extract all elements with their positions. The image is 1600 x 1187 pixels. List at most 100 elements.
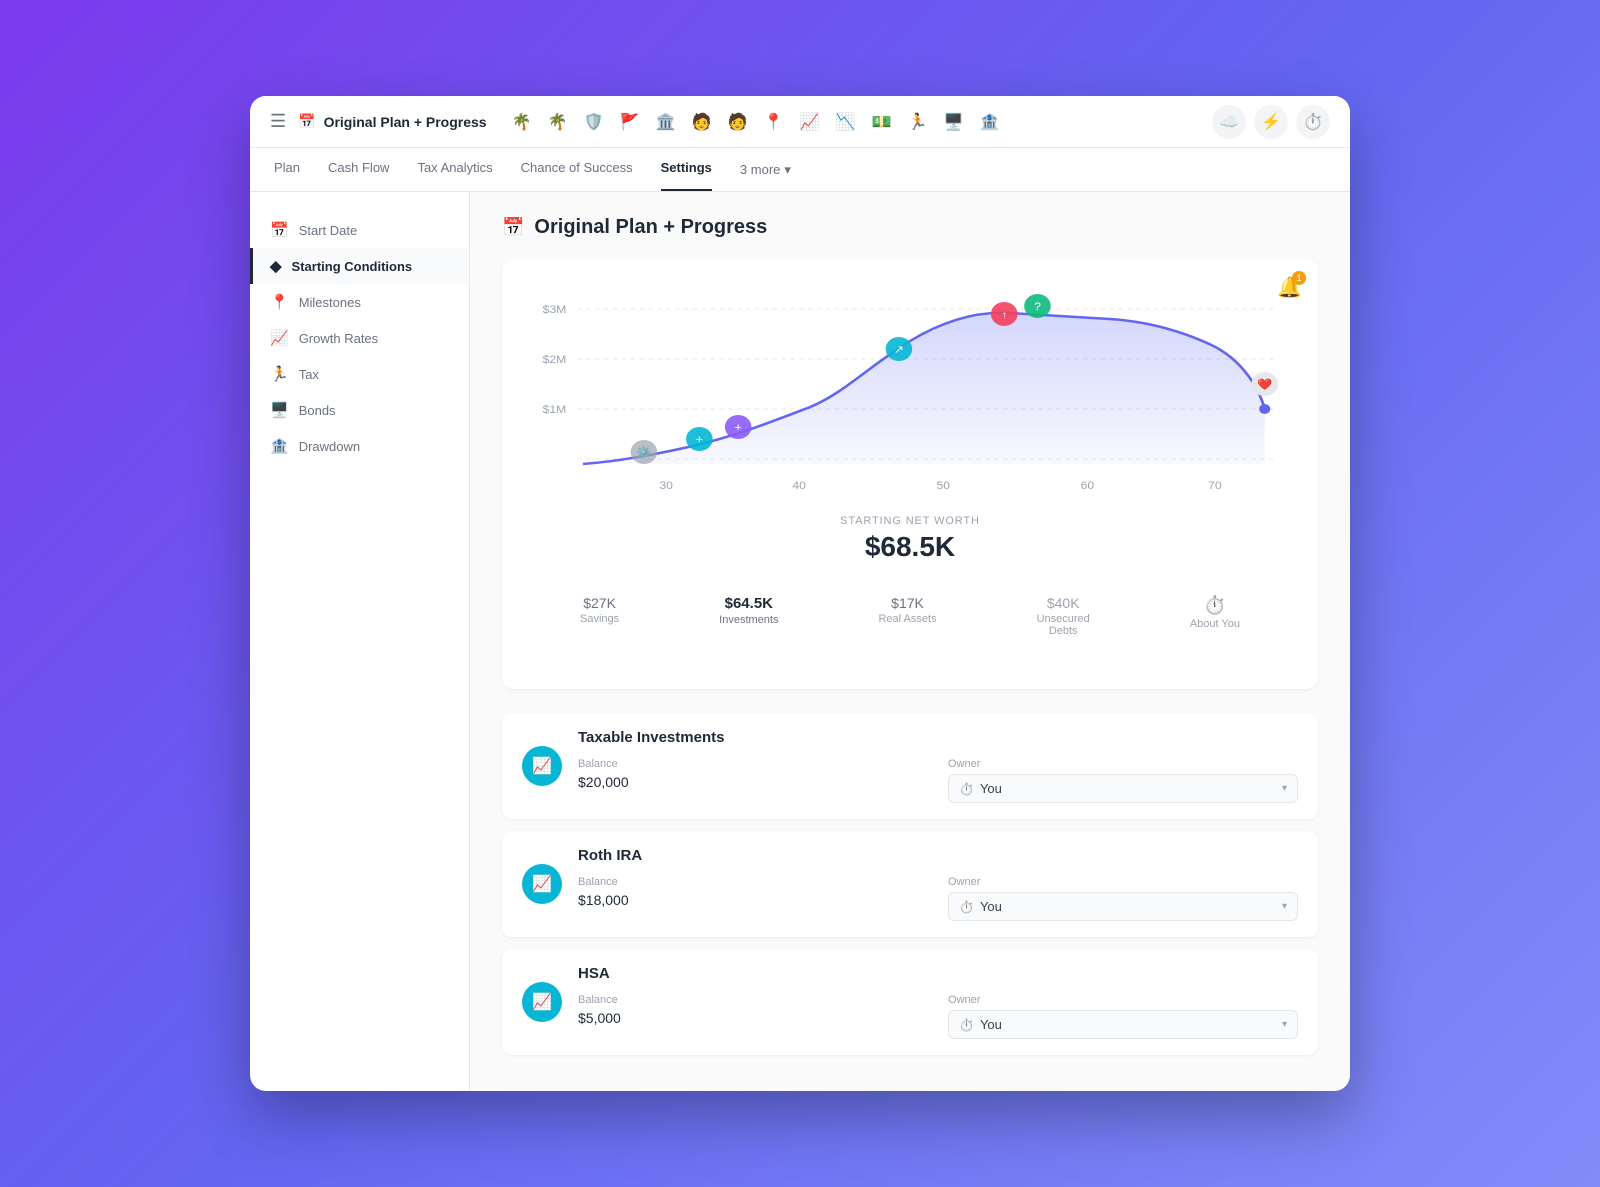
sidebar-item-starting-conditions[interactable]: ◆ Starting Conditions (250, 248, 469, 284)
tab-settings[interactable]: Settings (661, 148, 712, 191)
sidebar-item-start-date[interactable]: 📅 Start Date (250, 212, 469, 248)
net-worth-value: $68.5K (522, 531, 1298, 563)
cat-tab-real-assets[interactable]: $17K Real Assets (866, 587, 948, 645)
cat-tab-about-you[interactable]: ⏱️ About You (1178, 587, 1252, 645)
owner-clock-icon: ⏱️ (959, 782, 974, 796)
hsa-balance-field: Balance $5,000 (578, 994, 928, 1026)
hsa-icon: 📈 (522, 982, 562, 1022)
tab-cashflow[interactable]: Cash Flow (328, 148, 389, 191)
calendar-icon: 📅 (270, 221, 289, 239)
roth-owner-field: Owner ⏱️ You ▾ (948, 876, 1298, 921)
chart-svg: $3M $2M $1M (522, 279, 1298, 499)
sidebar-item-bonds[interactable]: 🖥️ Bonds (250, 392, 469, 428)
bank-icon[interactable]: 🏦 (975, 107, 1005, 137)
growth-icon: 📈 (270, 329, 289, 347)
header-left: ☰ 📅 Original Plan + Progress (270, 111, 487, 132)
person-purple-icon[interactable]: 🧑 (723, 107, 753, 137)
investment-item-taxable: 📈 Taxable Investments Balance $20,000 Ow… (502, 713, 1318, 819)
owner-clock-icon: ⏱️ (959, 1018, 974, 1032)
net-worth-label: STARTING NET WORTH (522, 515, 1298, 527)
timer-icon[interactable]: ⏱️ (1296, 105, 1330, 139)
tabs-bar: Plan Cash Flow Tax Analytics Chance of S… (250, 148, 1350, 192)
hsa-owner-dropdown[interactable]: ⏱️ You ▾ (948, 1010, 1298, 1039)
svg-text:70: 70 (1208, 480, 1222, 492)
svg-text:⚙️: ⚙️ (636, 446, 651, 459)
svg-text:$1M: $1M (543, 404, 567, 416)
svg-text:60: 60 (1081, 480, 1095, 492)
svg-text:?: ? (1034, 301, 1041, 313)
heart-shield-icon[interactable]: 🛡️ (579, 107, 609, 137)
menu-icon[interactable]: ☰ (270, 111, 286, 132)
title-icon: 📅 (298, 113, 315, 130)
chart-area: $3M $2M $1M (522, 279, 1298, 499)
tax-icon: 🏃 (270, 365, 289, 383)
header: ☰ 📅 Original Plan + Progress 🌴 🌴 🛡️ 🚩 🏛️… (250, 96, 1350, 148)
cloud-icon[interactable]: ☁️ (1212, 105, 1246, 139)
sidebar-item-milestones[interactable]: 📍 Milestones (250, 284, 469, 320)
svg-text:+: + (696, 434, 703, 446)
tab-tax-analytics[interactable]: Tax Analytics (417, 148, 492, 191)
roth-ira-title: Roth IRA (578, 847, 1298, 864)
palm-tree-pink-icon[interactable]: 🌴 (543, 107, 573, 137)
investment-item-roth-ira: 📈 Roth IRA Balance $18,000 Owner (502, 831, 1318, 937)
svg-text:50: 50 (936, 480, 950, 492)
investment-item-hsa: 📈 HSA Balance $5,000 Owner (502, 949, 1318, 1055)
dollar-icon[interactable]: 💵 (867, 107, 897, 137)
svg-text:+: + (735, 422, 742, 434)
cat-tab-savings[interactable]: $27K Savings (568, 587, 631, 645)
svg-text:↑: ↑ (1001, 309, 1007, 320)
location-icon: 📍 (270, 293, 289, 311)
svg-text:$2M: $2M (543, 354, 567, 366)
lightning-icon[interactable]: ⚡ (1254, 105, 1288, 139)
taxable-owner-dropdown[interactable]: ⏱️ You ▾ (948, 774, 1298, 803)
flag-icon[interactable]: 🚩 (615, 107, 645, 137)
bonds-icon: 🖥️ (270, 401, 289, 419)
building-icon[interactable]: 🏛️ (651, 107, 681, 137)
net-worth-section: STARTING NET WORTH $68.5K (522, 515, 1298, 563)
tab-plan[interactable]: Plan (274, 148, 300, 191)
sidebar-item-growth-rates[interactable]: 📈 Growth Rates (250, 320, 469, 356)
chevron-down-icon: ▾ (784, 162, 791, 178)
sidebar: 📅 Start Date ◆ Starting Conditions 📍 Mil… (250, 192, 470, 1091)
drawdown-icon: 🏦 (270, 437, 289, 455)
chevron-down-icon: ▾ (1282, 901, 1287, 912)
taxable-owner-field: Owner ⏱️ You ▾ (948, 758, 1298, 803)
screen-icon[interactable]: 🖥️ (939, 107, 969, 137)
app-title: 📅 Original Plan + Progress (298, 113, 486, 130)
investments-list: 📈 Taxable Investments Balance $20,000 Ow… (502, 713, 1318, 1055)
roth-ira-icon: 📈 (522, 864, 562, 904)
chevron-down-icon: ▾ (1282, 783, 1287, 794)
svg-text:30: 30 (659, 480, 673, 492)
owner-clock-icon: ⏱️ (959, 900, 974, 914)
chart-up-icon[interactable]: 📈 (795, 107, 825, 137)
chart-container: 🔔 1 $3M $2M $1M (502, 259, 1318, 689)
calendar-title-icon: 📅 (502, 217, 524, 238)
tab-chance-of-success[interactable]: Chance of Success (521, 148, 633, 191)
app-window: ☰ 📅 Original Plan + Progress 🌴 🌴 🛡️ 🚩 🏛️… (250, 96, 1350, 1091)
sidebar-item-drawdown[interactable]: 🏦 Drawdown (250, 428, 469, 464)
svg-text:40: 40 (792, 480, 806, 492)
taxable-balance-field: Balance $20,000 (578, 758, 928, 790)
roth-balance-field: Balance $18,000 (578, 876, 928, 908)
diamond-icon: ◆ (270, 257, 282, 275)
chevron-down-icon: ▾ (1282, 1019, 1287, 1030)
hsa-title: HSA (578, 965, 1298, 982)
chart-down-icon[interactable]: 📉 (831, 107, 861, 137)
sidebar-item-tax[interactable]: 🏃 Tax (250, 356, 469, 392)
header-right: ☁️ ⚡ ⏱️ (1212, 105, 1330, 139)
person-teal-icon[interactable]: 🧑 (687, 107, 717, 137)
cat-tab-investments[interactable]: $64.5K Investments (707, 587, 790, 645)
page-title: Original Plan + Progress (534, 216, 767, 239)
palm-tree-green-icon[interactable]: 🌴 (507, 107, 537, 137)
cat-tab-unsecured-debts[interactable]: $40K UnsecuredDebts (1025, 587, 1102, 645)
pin-icon[interactable]: 📍 (759, 107, 789, 137)
header-icons: 🌴 🌴 🛡️ 🚩 🏛️ 🧑 🧑 📍 📈 📉 💵 🏃 🖥️ 🏦 (487, 107, 1212, 137)
main-content: 📅 Original Plan + Progress 🔔 1 (470, 192, 1350, 1091)
content-header: 📅 Original Plan + Progress (502, 216, 1318, 239)
person-run-icon[interactable]: 🏃 (903, 107, 933, 137)
main-layout: 📅 Start Date ◆ Starting Conditions 📍 Mil… (250, 192, 1350, 1091)
svg-text:$3M: $3M (543, 304, 567, 316)
tab-more[interactable]: 3 more ▾ (740, 162, 791, 178)
roth-owner-dropdown[interactable]: ⏱️ You ▾ (948, 892, 1298, 921)
category-tabs: $27K Savings $64.5K Investments $17K Rea… (522, 587, 1298, 645)
